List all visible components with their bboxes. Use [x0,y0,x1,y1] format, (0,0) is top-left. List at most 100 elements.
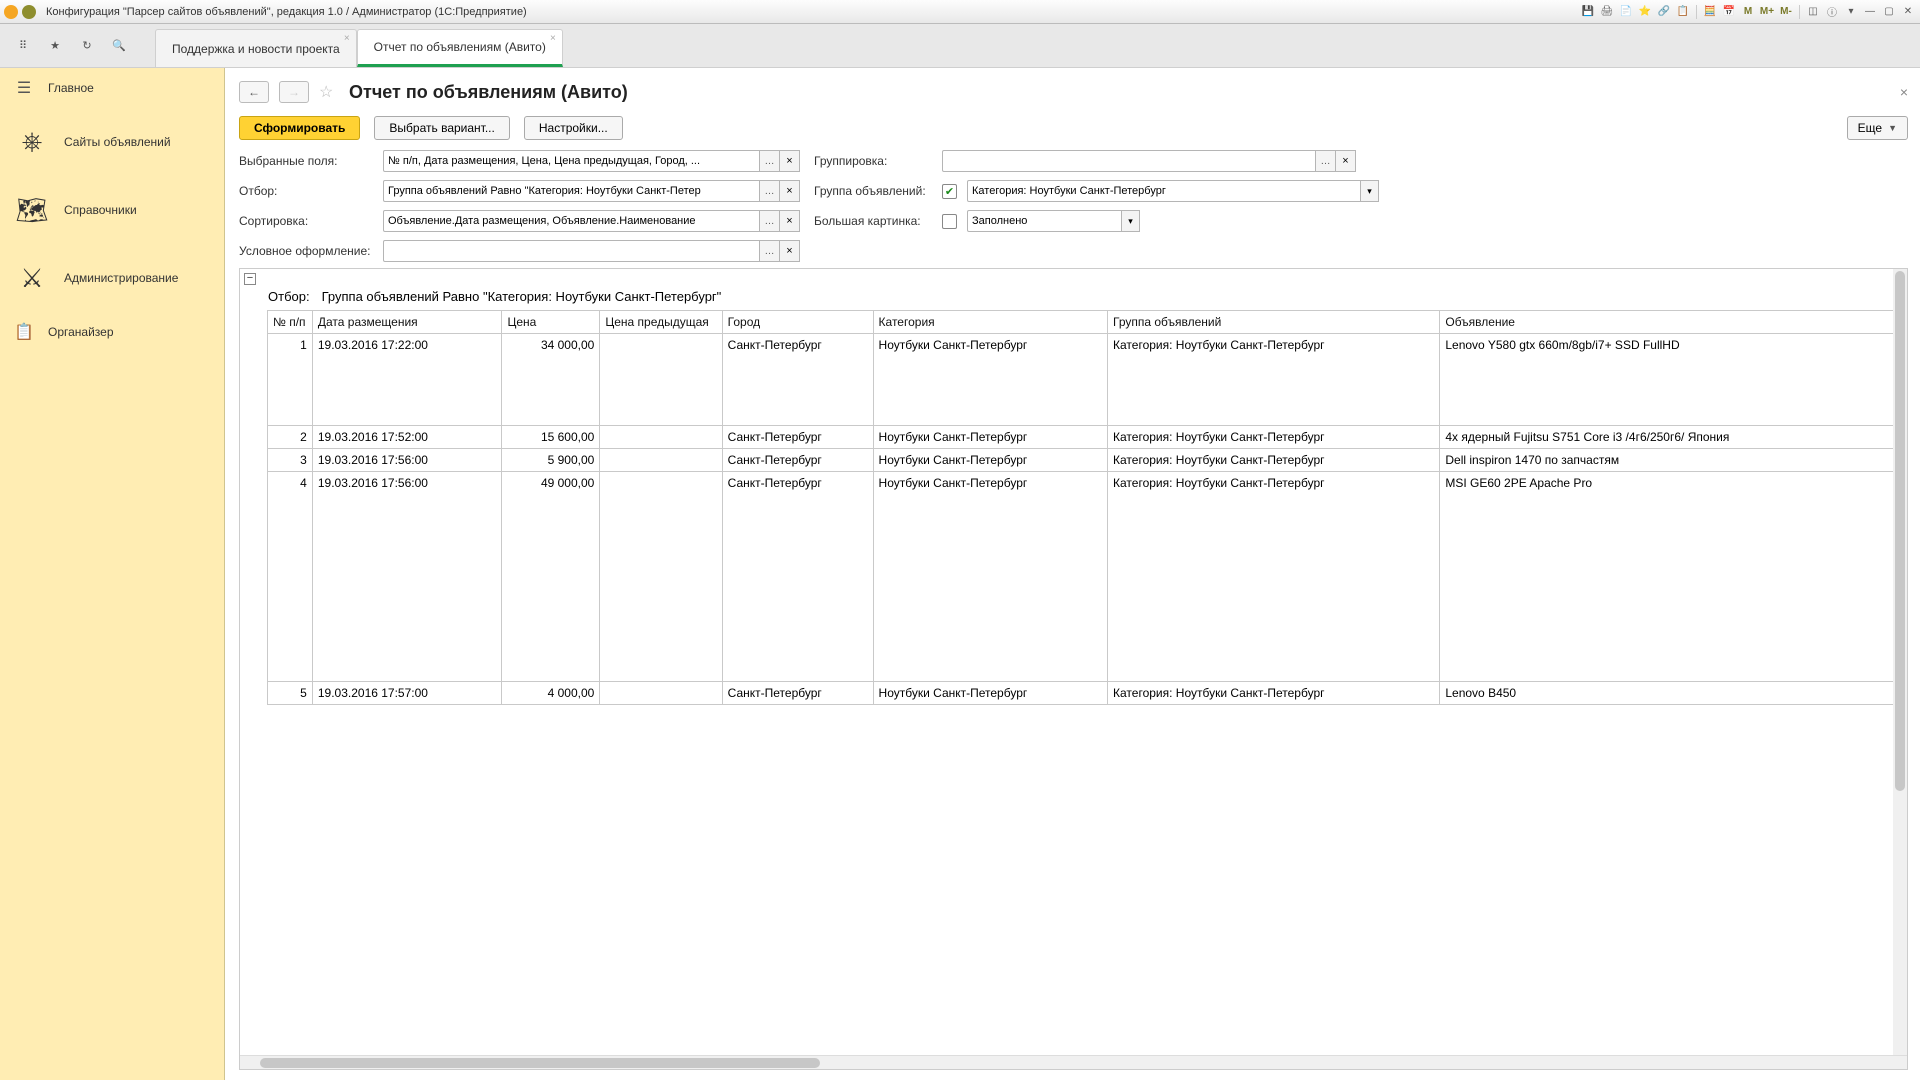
more-button[interactable]: Еще ▼ [1847,116,1908,140]
cell-date: 19.03.2016 17:22:00 [312,334,502,426]
big-picture-input[interactable]: Заполнено [967,210,1122,232]
sidebar-item[interactable]: ☰Главное [0,68,224,108]
cell-group: Категория: Ноутбуки Санкт-Петербург [1108,472,1440,682]
tb-m-button[interactable]: M [1740,4,1756,20]
tb-link-icon[interactable]: 🔗 [1656,4,1672,20]
choose-variant-button[interactable]: Выбрать вариант... [374,116,509,140]
tab-close-icon[interactable]: × [344,33,350,44]
search-icon[interactable]: 🔍 [110,37,128,55]
ad-group-dropdown-button[interactable]: ▾ [1361,180,1379,202]
cond-format-dots-button[interactable]: … [760,240,780,262]
cell-date: 19.03.2016 17:56:00 [312,449,502,472]
grouping-clear-button[interactable]: × [1336,150,1356,172]
big-picture-dropdown-button[interactable]: ▾ [1122,210,1140,232]
table-row[interactable]: 119.03.2016 17:22:0034 000,00Санкт-Петер… [240,334,1907,426]
tb-docs-icon[interactable]: 📄 [1618,4,1634,20]
cell-group: Категория: Ноутбуки Санкт-Петербург [1108,449,1440,472]
column-header[interactable]: Цена [502,311,600,334]
tb-window-icon[interactable]: ◫ [1805,4,1821,20]
cell-ad: Lenovo Y580 gtx 660m/8gb/i7+ SSD FullHD [1440,334,1907,426]
table-row[interactable]: 419.03.2016 17:56:0049 000,00Санкт-Петер… [240,472,1907,682]
cell-category: Ноутбуки Санкт-Петербург [873,334,1107,426]
grouping-dots-button[interactable]: … [1316,150,1336,172]
sidebar-item[interactable]: ⎈Сайты объявлений [0,108,224,176]
column-header[interactable]: Цена предыдущая [600,311,722,334]
sidebar-item-icon: 🗺 [14,192,50,228]
column-header[interactable]: Группа объявлений [1108,311,1440,334]
sidebar-item[interactable]: 📋Органайзер [0,312,224,352]
page-title: Отчет по объявлениям (Авито) [349,82,628,103]
tb-print-icon[interactable]: 🖨 [1599,4,1615,20]
sort-clear-button[interactable]: × [780,210,800,232]
tb-mminus-button[interactable]: M- [1778,4,1794,20]
table-row[interactable]: 219.03.2016 17:52:0015 600,00Санкт-Петер… [240,426,1907,449]
big-picture-label: Большая картинка: [814,214,936,228]
app-icon [4,5,18,19]
history-icon[interactable]: ↻ [78,37,96,55]
column-header[interactable]: Дата размещения [312,311,502,334]
cell-n: 3 [268,449,313,472]
sort-dots-button[interactable]: … [760,210,780,232]
table-row[interactable]: 519.03.2016 17:57:004 000,00Санкт-Петерб… [240,682,1907,705]
ad-group-input[interactable]: Категория: Ноутбуки Санкт-Петербург [967,180,1361,202]
sort-input[interactable]: Объявление.Дата размещения, Объявление.Н… [383,210,760,232]
cell-category: Ноутбуки Санкт-Петербург [873,682,1107,705]
horizontal-scrollbar[interactable] [240,1055,1907,1069]
filter-input[interactable]: Группа объявлений Равно "Категория: Ноут… [383,180,760,202]
settings-button[interactable]: Настройки... [524,116,623,140]
cond-format-clear-button[interactable]: × [780,240,800,262]
sidebar-item-label: Сайты объявлений [64,135,171,149]
nav-forward-button: → [279,81,309,103]
sidebar-item[interactable]: 🗺Справочники [0,176,224,244]
cell-price: 49 000,00 [502,472,600,682]
tb-info-icon[interactable]: ⓘ [1824,4,1840,20]
tb-dropdown-icon[interactable]: ▾ [1843,4,1859,20]
tb-save-icon[interactable]: 💾 [1580,4,1596,20]
favorite-star-icon[interactable]: ☆ [319,82,339,102]
cell-n: 1 [268,334,313,426]
maximize-button[interactable]: ▢ [1881,4,1897,20]
report-filter-caption: Отбор: [268,289,310,304]
tb-mplus-button[interactable]: M+ [1759,4,1775,20]
cell-prev-price [600,682,722,705]
cell-group: Категория: Ноутбуки Санкт-Петербург [1108,426,1440,449]
selected-fields-dots-button[interactable]: … [760,150,780,172]
big-picture-checkbox[interactable] [942,214,957,229]
tb-calendar-icon[interactable]: 📅 [1721,4,1737,20]
filter-dots-button[interactable]: … [760,180,780,202]
vertical-scrollbar[interactable] [1893,269,1907,1055]
grouping-input[interactable] [942,150,1316,172]
tb-clipboard-icon[interactable]: 📋 [1675,4,1691,20]
grouping-label: Группировка: [814,154,936,168]
cell-category: Ноутбуки Санкт-Петербург [873,472,1107,682]
selected-fields-clear-button[interactable]: × [780,150,800,172]
nav-back-button[interactable]: ← [239,81,269,103]
table-row[interactable]: 319.03.2016 17:56:005 900,00Санкт-Петерб… [240,449,1907,472]
favorites-icon[interactable]: ★ [46,37,64,55]
ad-group-checkbox[interactable]: ✔ [942,184,957,199]
tb-star-icon[interactable]: ⭐ [1637,4,1653,20]
close-page-button[interactable]: × [1900,84,1908,100]
cell-n: 4 [268,472,313,682]
cell-city: Санкт-Петербург [722,449,873,472]
tab-close-icon[interactable]: × [550,33,556,44]
cell-group: Категория: Ноутбуки Санкт-Петербург [1108,334,1440,426]
tab-support[interactable]: Поддержка и новости проекта × [155,29,357,67]
tb-calc-icon[interactable]: 🧮 [1702,4,1718,20]
tabs-bar: Поддержка и новости проекта × Отчет по о… [155,24,1920,67]
apps-icon[interactable]: ⠿ [14,37,32,55]
selected-fields-input[interactable]: № п/п, Дата размещения, Цена, Цена преды… [383,150,760,172]
cond-format-input[interactable] [383,240,760,262]
minimize-button[interactable]: — [1862,4,1878,20]
column-header[interactable]: Категория [873,311,1107,334]
cell-prev-price [600,449,722,472]
sidebar-item[interactable]: ⚔Администрирование [0,244,224,312]
tab-report-avito[interactable]: Отчет по объявлениям (Авито) × [357,29,563,67]
filter-clear-button[interactable]: × [780,180,800,202]
collapse-toggle[interactable]: − [244,273,256,285]
generate-button[interactable]: Сформировать [239,116,360,140]
close-window-button[interactable]: ✕ [1900,4,1916,20]
column-header[interactable]: Объявление [1440,311,1907,334]
column-header[interactable]: № п/п [268,311,313,334]
column-header[interactable]: Город [722,311,873,334]
